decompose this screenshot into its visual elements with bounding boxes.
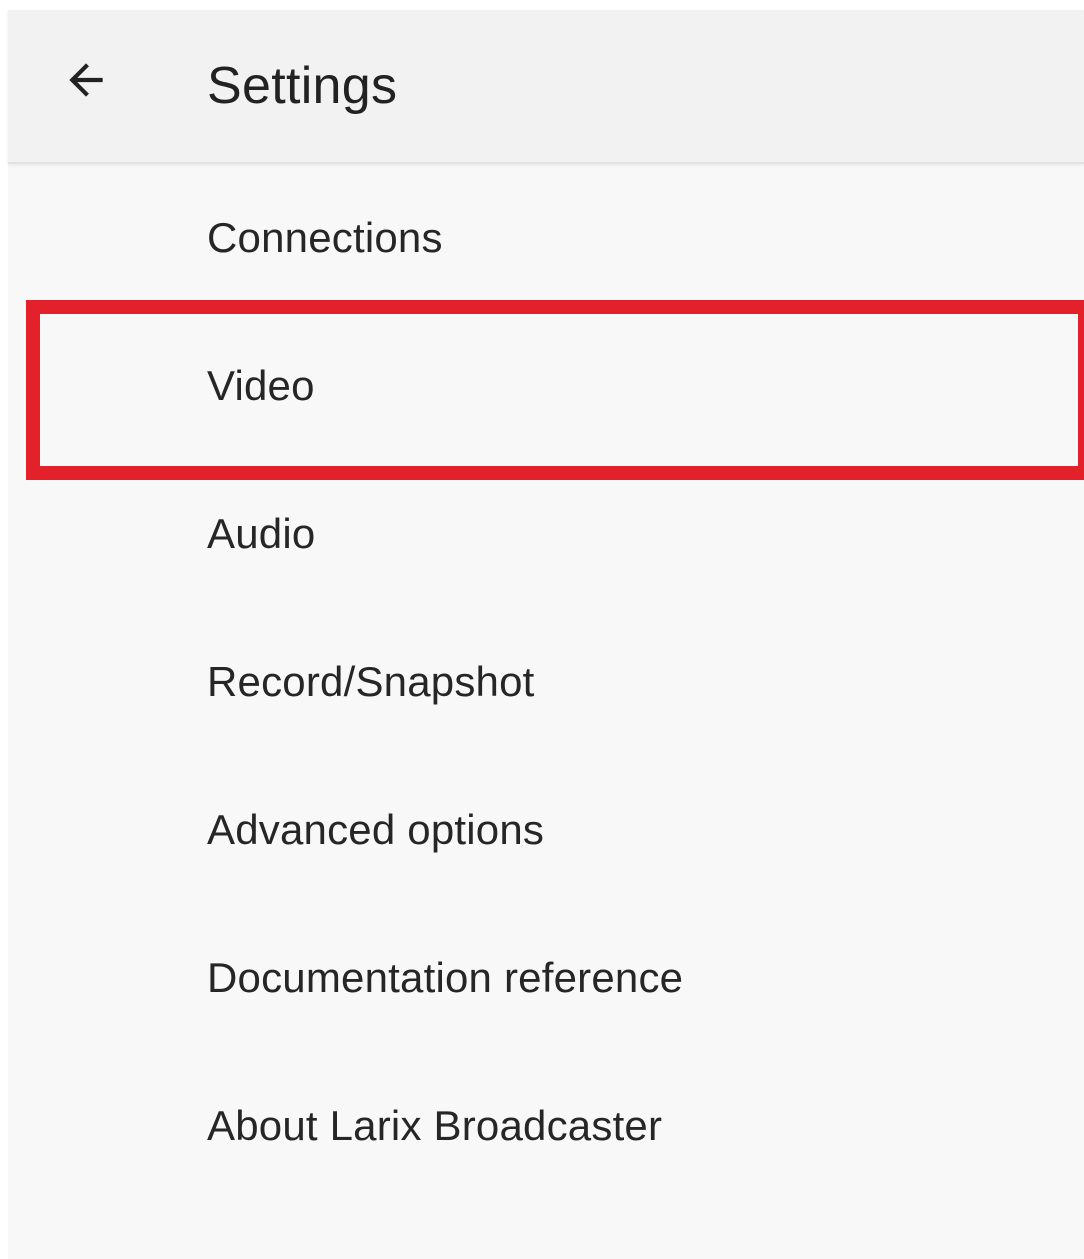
menu-item-connections[interactable]: Connections (8, 164, 1084, 312)
app-bar: Settings (8, 10, 1084, 164)
menu-item-label: Documentation reference (207, 954, 684, 1001)
menu-item-video[interactable]: Video (8, 312, 1084, 460)
menu-item-label: Record/Snapshot (207, 658, 535, 705)
menu-item-label: Connections (207, 214, 443, 261)
page-title: Settings (207, 57, 398, 115)
back-button[interactable] (52, 46, 120, 114)
menu-item-about-larix-broadcaster[interactable]: About Larix Broadcaster (8, 1052, 1084, 1200)
menu-item-record-snapshot[interactable]: Record/Snapshot (8, 608, 1084, 756)
menu-item-label: Advanced options (207, 806, 545, 853)
menu-item-label: Video (207, 362, 315, 409)
menu-item-advanced-options[interactable]: Advanced options (8, 756, 1084, 904)
menu-item-label: About Larix Broadcaster (207, 1102, 663, 1149)
menu-item-label: Audio (207, 510, 316, 557)
menu-item-audio[interactable]: Audio (8, 460, 1084, 608)
settings-screen: Settings Connections Video Audio Record/… (8, 10, 1084, 1259)
arrow-left-icon (69, 63, 103, 97)
menu-item-documentation-reference[interactable]: Documentation reference (8, 904, 1084, 1052)
